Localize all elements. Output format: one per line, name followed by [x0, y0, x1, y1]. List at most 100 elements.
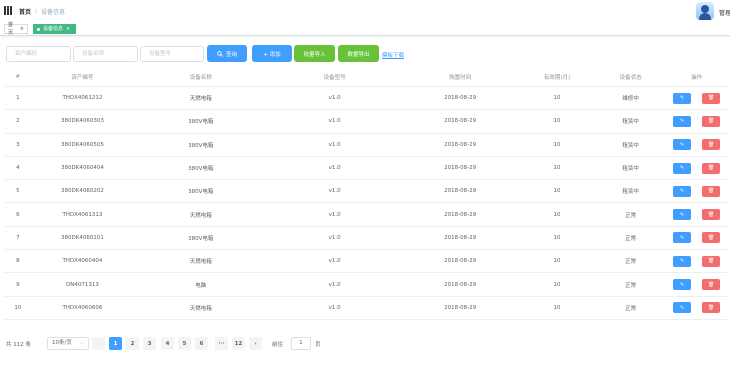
table-row[interactable]: 7 380DK4060101 380V电箱 v1.0 2018-08-29 10 正常 ✎ 🗑 [5, 227, 728, 251]
edit-button[interactable]: ✎ [673, 302, 692, 314]
edit-button[interactable]: ✎ [673, 139, 692, 151]
goto-suffix: 页 [315, 342, 321, 348]
delete-button[interactable]: 🗑 [702, 92, 721, 104]
page-button[interactable]: 5 [178, 337, 191, 350]
breadcrumb-home[interactable]: 首页 [19, 7, 31, 16]
table-cell: v1.0 [328, 141, 341, 148]
row-actions: ✎ 🗑 [665, 92, 728, 104]
table-row[interactable]: 8 THDX4060404 天燃电箱 v1.0 2018-08-29 10 正常 ✎ 🗑 [5, 250, 728, 274]
column-header: 设备型号 [323, 74, 346, 81]
template-download-link[interactable]: 模板下载 [382, 51, 404, 59]
goto-page-input[interactable]: 1 [291, 337, 311, 350]
table-row[interactable]: 2 380DK4060303 380V电箱 v1.0 2018-08-29 10 租赁中 ✎ 🗑 [5, 110, 728, 134]
delete-button[interactable]: 🗑 [702, 115, 721, 127]
row-actions: ✎ 🗑 [665, 232, 728, 244]
delete-button[interactable]: 🗑 [702, 302, 721, 314]
delete-button[interactable]: 🗑 [702, 232, 721, 244]
next-page-button[interactable]: › [249, 337, 262, 350]
table-row[interactable]: 4 380DK4060404 380V电箱 v1.0 2018-08-29 10 租赁中 ✎ 🗑 [5, 157, 728, 181]
table-cell: 10 [553, 95, 561, 102]
delete-button[interactable]: 🗑 [702, 162, 721, 174]
table-header: # 资产编号 设备名称 设备型号 购置时间 有效期(月) 设备状态 操作 [5, 67, 728, 87]
page-button[interactable]: 4 [161, 337, 174, 350]
column-header: 购置时间 [449, 74, 472, 81]
delete-button[interactable]: 🗑 [702, 209, 721, 221]
table-cell: 正常 [625, 212, 637, 219]
hamburger-menu-icon[interactable] [4, 6, 12, 15]
table-row[interactable]: 9 DN4071313 电脑 v1.0 2018-08-29 10 正常 ✎ 🗑 [5, 273, 728, 297]
table-cell: 8 [16, 258, 20, 265]
avatar[interactable] [696, 2, 714, 20]
table-cell: 10 [553, 281, 561, 288]
table-cell: 10 [553, 141, 561, 148]
page-size-value: 10条/页 [52, 340, 72, 346]
tag-device-info[interactable]: 设备信息 × [33, 24, 76, 34]
data-export-button[interactable]: 数据导出 [338, 45, 379, 62]
column-header: 操作 [691, 74, 703, 81]
row-actions: ✎ 🗑 [665, 255, 728, 267]
edit-button[interactable]: ✎ [673, 232, 692, 244]
edit-button[interactable]: ✎ [673, 185, 692, 197]
row-actions: ✎ 🗑 [665, 279, 728, 291]
close-icon[interactable]: × [20, 25, 24, 33]
page-button[interactable]: 6 [195, 337, 208, 350]
active-dot-icon [37, 27, 40, 31]
edit-button[interactable]: ✎ [673, 92, 692, 104]
edit-button[interactable]: ✎ [673, 209, 692, 221]
table-cell: 10 [553, 165, 561, 172]
table-row[interactable]: 1 THDX4061212 天燃电箱 v1.0 2018-08-29 10 维修中 ✎ 🗑 [5, 87, 728, 111]
close-icon[interactable]: × [66, 25, 70, 33]
page-button[interactable]: ··· [215, 337, 228, 350]
tag-home[interactable]: 首页 × [4, 22, 28, 36]
page-button[interactable]: 12 [232, 337, 245, 350]
table-cell: 2018-08-29 [444, 234, 477, 241]
table-cell: 2018-08-29 [444, 281, 477, 288]
table-cell: 正常 [625, 235, 637, 242]
prev-page-button[interactable]: ‹ [92, 337, 105, 350]
table-row[interactable]: 5 380DK4060202 380V电箱 v1.0 2018-08-29 10 租赁中 ✎ 🗑 [5, 180, 728, 204]
table-cell: 380V电箱 [188, 235, 214, 242]
table-row[interactable]: 6 THDX4061313 天燃电箱 v1.0 2018-08-29 10 正常 ✎ 🗑 [5, 203, 728, 227]
table-row[interactable]: 3 380DK4060505 380V电箱 v1.0 2018-08-29 10 租赁中 ✎ 🗑 [5, 134, 728, 157]
page-button[interactable]: 2 [126, 337, 139, 350]
page-size-select[interactable]: 10条/页 ⌄ [47, 337, 89, 350]
table-cell: v1.0 [328, 234, 341, 241]
table-cell: 380V电箱 [188, 119, 214, 126]
page-button[interactable]: 1 [109, 337, 122, 350]
table-cell: 2 [16, 118, 20, 125]
device-model-input[interactable]: 设备型号 [140, 46, 204, 62]
delete-button[interactable]: 🗑 [702, 255, 721, 267]
column-header: # [15, 73, 21, 80]
edit-button[interactable]: ✎ [673, 255, 692, 267]
goto-prefix: 前往 [272, 342, 284, 348]
table-cell: 380DK4060404 [61, 165, 104, 172]
table-cell: 租赁中 [622, 142, 639, 149]
table-cell: 租赁中 [622, 166, 639, 173]
table-cell: 正常 [625, 259, 637, 266]
breadcrumb-current: 设备信息 [41, 9, 66, 16]
table-row[interactable]: 10 THDX4060606 天燃电箱 v1.0 2018-08-29 10 正常 ✎ 🗑 [5, 297, 728, 320]
column-header: 资产编号 [71, 74, 94, 81]
row-actions: ✎ 🗑 [665, 302, 728, 314]
search-button[interactable]: 查询 [207, 45, 247, 62]
add-button[interactable]: + 添加 [252, 45, 292, 62]
table-cell: 正常 [625, 282, 637, 289]
table-cell: 3 [16, 141, 20, 148]
table-cell: 380DK4060505 [61, 141, 104, 148]
edit-button[interactable]: ✎ [673, 279, 692, 291]
page-button[interactable]: 3 [143, 337, 156, 350]
delete-button[interactable]: 🗑 [702, 279, 721, 291]
search-button-label: 查询 [225, 51, 237, 58]
edit-button[interactable]: ✎ [673, 162, 692, 174]
edit-button[interactable]: ✎ [673, 115, 692, 127]
table-cell: v1.0 [328, 188, 341, 195]
table-cell: 380DK4060303 [61, 118, 104, 125]
device-name-input[interactable]: 设备名称 [73, 46, 138, 62]
delete-button[interactable]: 🗑 [702, 185, 721, 197]
asset-code-input[interactable]: 资产编码 [6, 46, 71, 62]
delete-button[interactable]: 🗑 [702, 139, 721, 151]
tag-home-label: 首页 [8, 22, 14, 36]
table-cell: 4 [16, 165, 20, 172]
batch-import-button[interactable]: 批量导入 [294, 45, 335, 62]
username[interactable]: 管理 [719, 8, 730, 17]
